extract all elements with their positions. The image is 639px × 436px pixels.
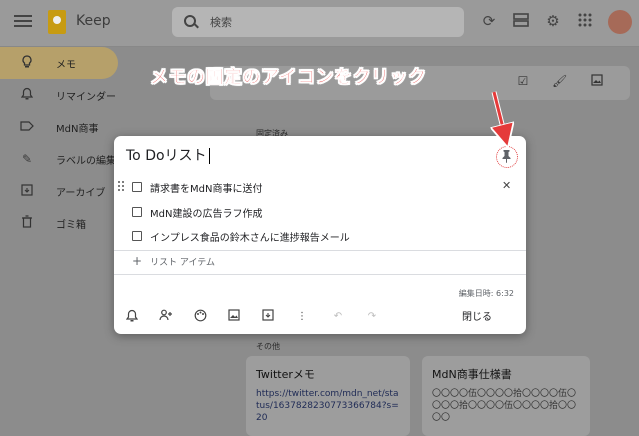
annotation-arrow — [0, 91, 639, 426]
